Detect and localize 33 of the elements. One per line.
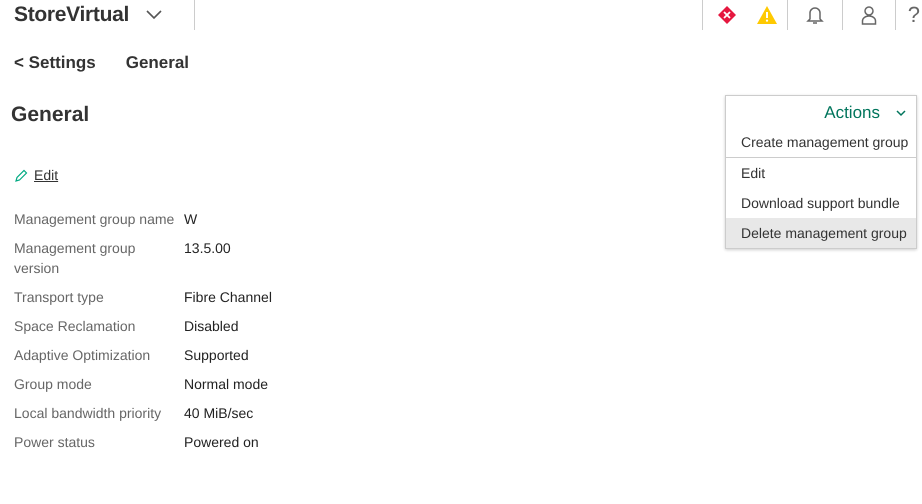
property-value: 40 MiB/sec xyxy=(184,404,254,423)
property-value: Powered on xyxy=(184,433,260,452)
back-link[interactable]: < Settings xyxy=(14,53,96,73)
chevron-down-icon[interactable] xyxy=(146,10,162,20)
property-label: Group mode xyxy=(14,375,93,394)
property-label: Local bandwidth priority xyxy=(14,404,162,423)
property-value: W xyxy=(184,210,198,229)
property-value: Normal mode xyxy=(184,375,270,394)
error-icon[interactable] xyxy=(716,5,737,25)
help-button[interactable]: ? xyxy=(906,2,922,28)
property-label: Management group version xyxy=(14,239,136,278)
edit-link[interactable]: Edit xyxy=(34,167,58,183)
property-value: Disabled xyxy=(184,317,240,336)
property-label: Power status xyxy=(14,433,96,452)
property-value: Supported xyxy=(184,346,250,365)
menu-item[interactable]: Edit xyxy=(726,158,916,188)
chevron-down-icon xyxy=(896,110,906,116)
menu-item[interactable]: Create management group xyxy=(726,127,916,157)
bell-icon[interactable] xyxy=(806,5,824,25)
property-label: Space Reclamation xyxy=(14,317,136,336)
breadcrumb-current: General xyxy=(126,53,190,73)
page-title: General xyxy=(11,103,90,127)
menu-item[interactable]: Delete management group xyxy=(726,218,916,248)
property-label: Management group name xyxy=(14,210,176,229)
property-value: Fibre Channel xyxy=(184,288,272,307)
property-value: 13.5.00 xyxy=(184,239,232,258)
property-label: Adaptive Optimization xyxy=(14,346,152,365)
property-label: Transport type xyxy=(14,288,105,307)
product-name: StoreVirtual xyxy=(14,3,130,27)
actions-button[interactable]: Actions xyxy=(726,96,916,127)
menu-item[interactable]: Download support bundle xyxy=(726,188,916,218)
pencil-icon[interactable] xyxy=(15,168,28,182)
user-icon[interactable] xyxy=(860,5,877,25)
